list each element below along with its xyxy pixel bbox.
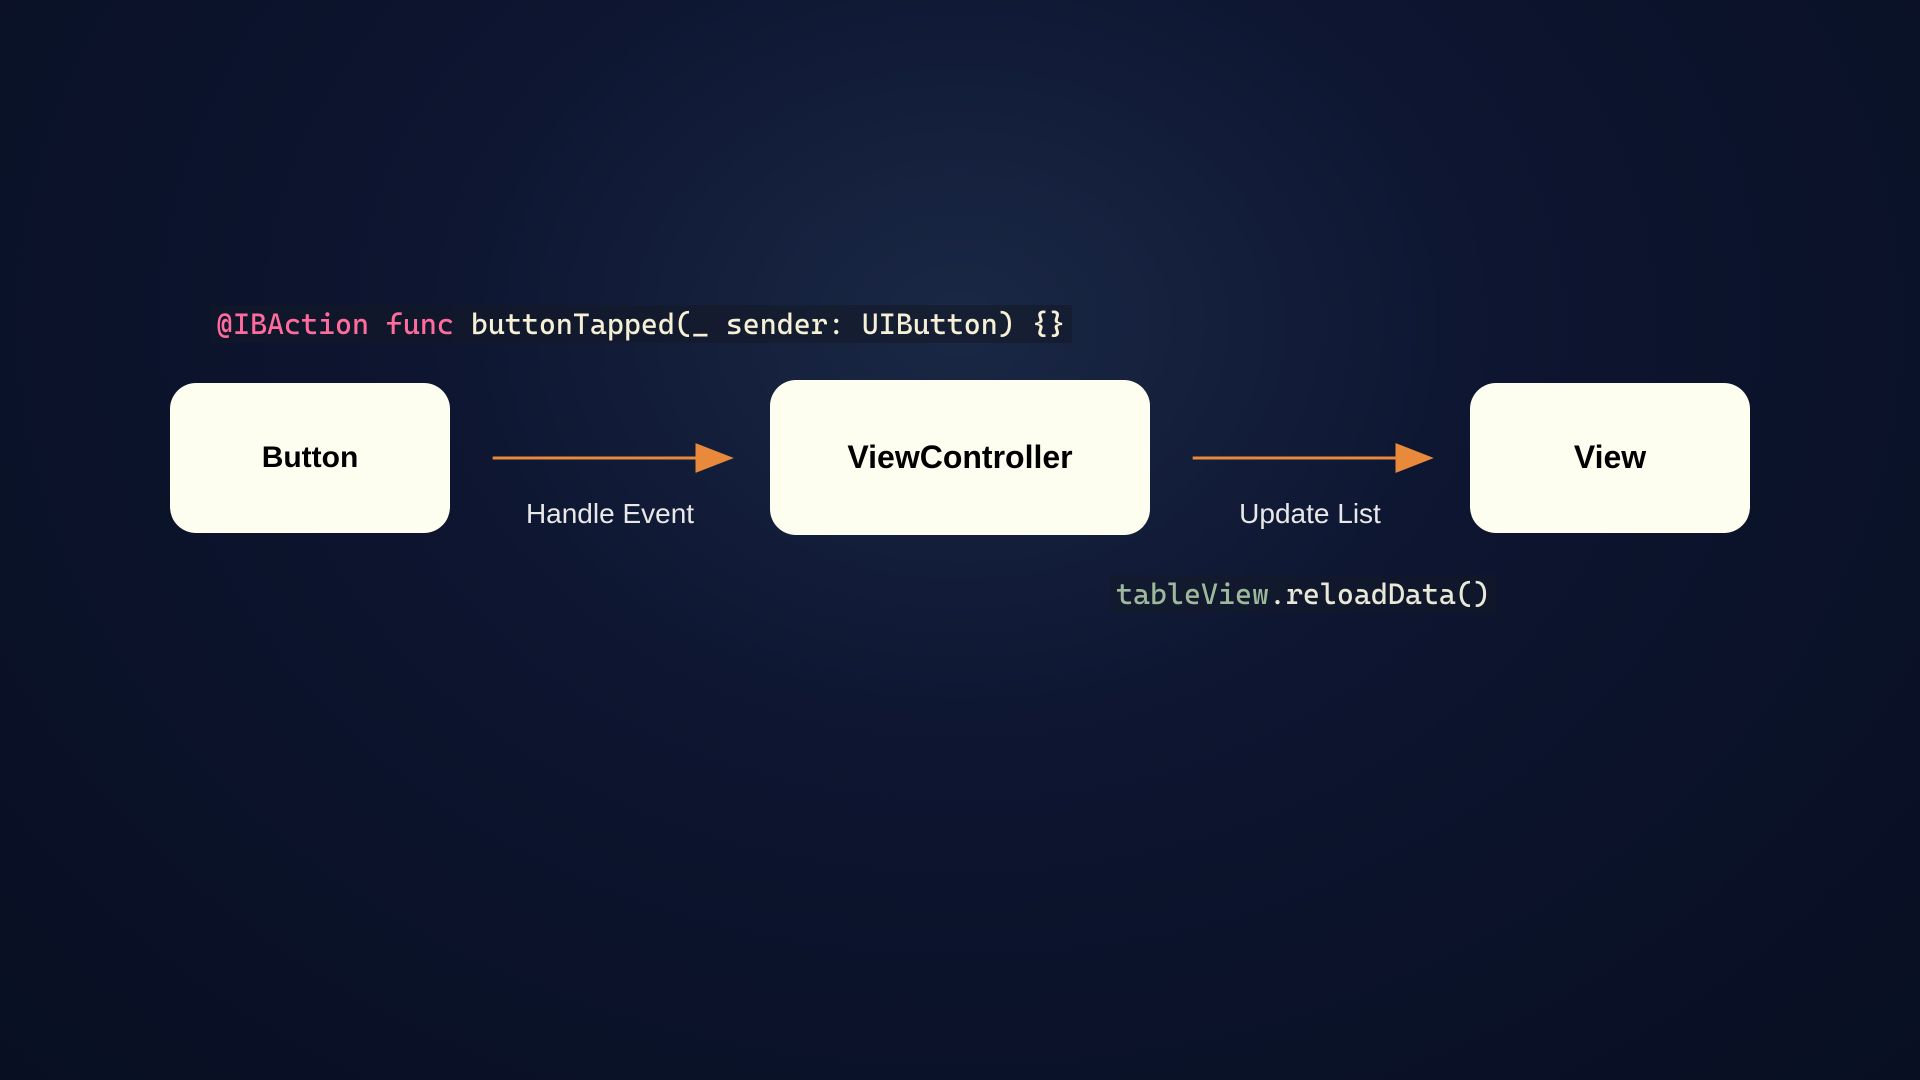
- node-viewcontroller-label: ViewController: [847, 439, 1072, 476]
- code-param-label: _ sender:: [692, 307, 845, 341]
- code-object: tableView: [1116, 577, 1269, 611]
- node-button-label: Button: [262, 441, 359, 475]
- code-snippet-top: @IBAction func buttonTapped(_ sender: UI…: [210, 305, 1072, 343]
- code-attribute: @IBAction: [216, 307, 369, 341]
- code-parens: (): [1456, 577, 1490, 611]
- arrow-handle-event: Handle Event: [450, 383, 770, 533]
- code-dot: .: [1269, 577, 1286, 611]
- node-view-label: View: [1574, 439, 1646, 476]
- arrow-label-update-list: Update List: [1239, 498, 1381, 530]
- code-method: reloadData: [1286, 577, 1456, 611]
- arrow-icon: [1150, 443, 1470, 473]
- code-keyword: func: [386, 307, 454, 341]
- arrow-icon: [450, 443, 770, 473]
- code-function-name: buttonTapped: [471, 307, 675, 341]
- code-braces: {}: [1015, 307, 1066, 341]
- arrow-label-handle-event: Handle Event: [526, 498, 694, 530]
- code-punct: (: [675, 307, 692, 341]
- code-punct: ): [998, 307, 1015, 341]
- flow-row: Button Handle Event ViewController: [170, 380, 1750, 535]
- code-param-type: UIButton: [845, 307, 998, 341]
- node-button: Button: [170, 383, 450, 533]
- node-viewcontroller: ViewController: [770, 380, 1150, 535]
- diagram-container: @IBAction func buttonTapped(_ sender: UI…: [170, 380, 1750, 535]
- arrow-update-list: Update List: [1150, 383, 1470, 533]
- node-view: View: [1470, 383, 1750, 533]
- code-snippet-bottom: tableView.reloadData(): [1110, 575, 1496, 613]
